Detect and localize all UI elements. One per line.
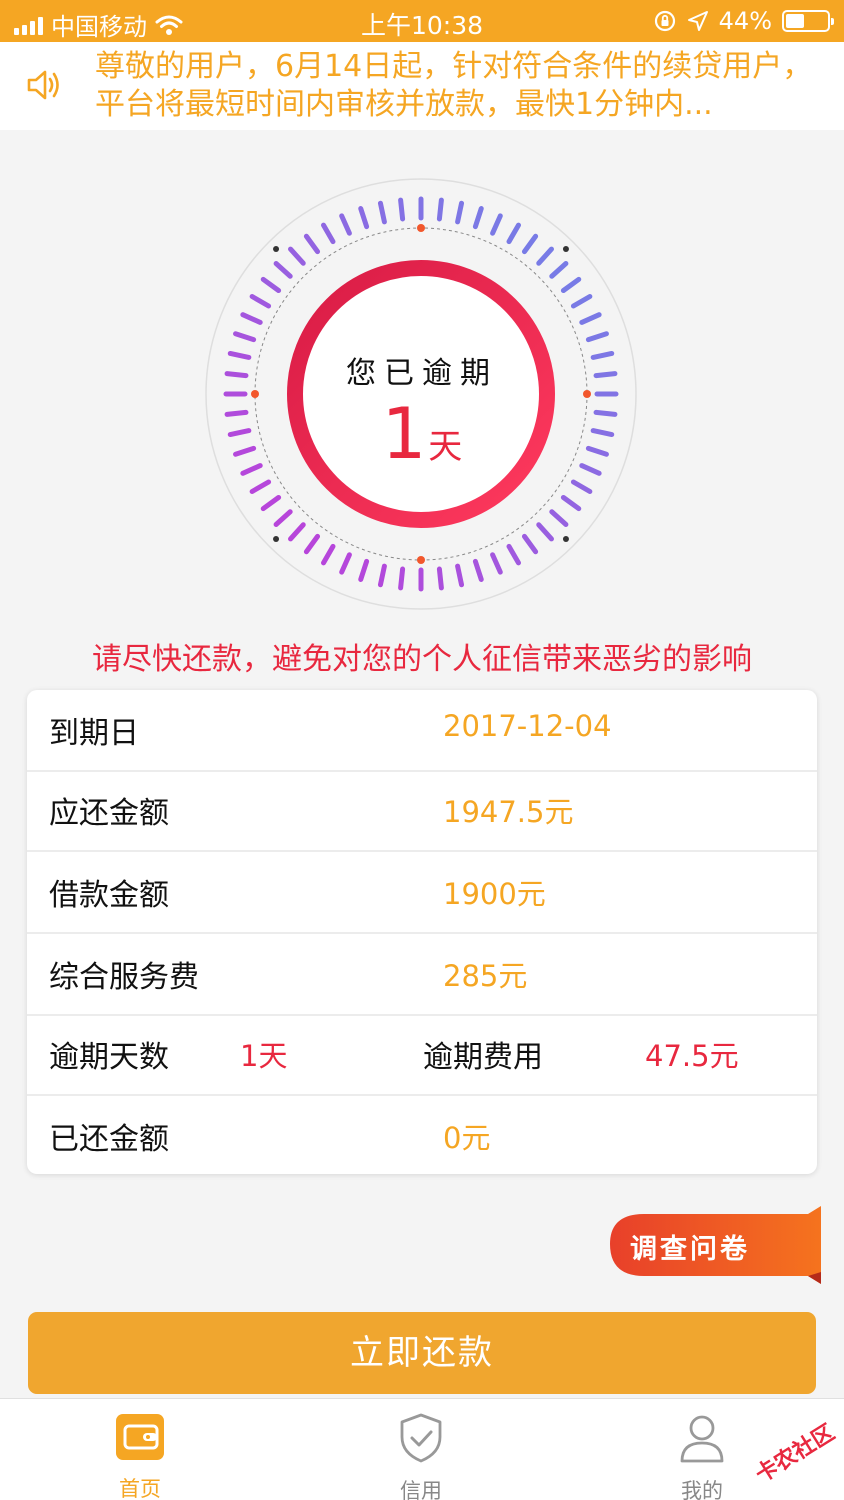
tab-credit-label: 信用 xyxy=(400,1479,442,1500)
battery-icon xyxy=(782,10,834,32)
amount-due-row: 应还金额 1947.5元 xyxy=(27,770,817,852)
dial-tick xyxy=(303,233,321,255)
service-fee-row: 综合服务费 285元 xyxy=(27,934,817,1016)
dial-tick xyxy=(560,276,582,294)
dial-tick xyxy=(549,509,569,527)
dial-tick xyxy=(521,233,539,255)
rotation-lock-icon xyxy=(654,10,675,32)
dial-tick xyxy=(339,552,352,575)
dial-tick xyxy=(260,276,282,294)
overdue-days-value: 1天 xyxy=(240,1039,288,1073)
dial-tick xyxy=(233,331,257,343)
overdue-days-unit: 天 xyxy=(428,427,463,467)
overdue-days-label: 逾期天数 xyxy=(49,1040,169,1075)
dial-tick xyxy=(288,246,306,266)
tab-home[interactable]: 首页 xyxy=(80,1413,200,1500)
repaid-amount-row: 已还金额 0元 xyxy=(27,1096,817,1174)
overdue-row: 逾期天数 1天 逾期费用 47.5元 xyxy=(27,1014,817,1096)
dial-tick xyxy=(455,563,465,588)
battery-fill xyxy=(786,14,804,28)
service-fee-value: 285元 xyxy=(443,959,528,993)
dial-tick xyxy=(249,479,272,494)
loan-details-card: 到期日 2017-12-04 应还金额 1947.5元 借款金额 1900元 综… xyxy=(27,690,817,1174)
loan-amount-row: 借款金额 1900元 xyxy=(27,852,817,934)
dial-tick xyxy=(240,312,263,325)
dial-tick xyxy=(436,566,444,591)
dial-tick xyxy=(455,200,465,225)
repaid-amount-label: 已还金额 xyxy=(49,1122,169,1157)
dial-tick xyxy=(570,479,593,494)
dial-tick xyxy=(585,331,609,343)
tab-home-label: 首页 xyxy=(119,1477,161,1500)
notice-banner[interactable]: 尊敬的用户，6月14日起，针对符合条件的续贷用户，平台将最短时间内审核并放款，最… xyxy=(0,42,844,130)
dial-tick xyxy=(521,533,539,555)
due-date-row: 到期日 2017-12-04 xyxy=(27,690,817,772)
user-icon xyxy=(680,1415,724,1463)
service-fee-label: 综合服务费 xyxy=(49,960,199,995)
dial-tick xyxy=(570,294,593,309)
status-right: 44% xyxy=(653,7,834,35)
survey-button[interactable]: 调查问卷 xyxy=(608,1206,821,1284)
overdue-fee-value: 47.5元 xyxy=(645,1039,739,1073)
dial-tick xyxy=(560,494,582,512)
amount-due-label: 应还金额 xyxy=(49,796,169,831)
repay-now-button[interactable]: 立即还款 xyxy=(28,1312,816,1394)
wallet-icon xyxy=(116,1414,164,1460)
dial-tick xyxy=(490,213,503,236)
dial-marker-dot xyxy=(417,224,425,232)
dial-tick xyxy=(249,294,272,309)
tab-bar: 首页 信用 我的 xyxy=(0,1398,844,1500)
dial-tick xyxy=(288,522,306,542)
watermark-text: 卡农社区 xyxy=(751,1420,840,1489)
speaker-icon xyxy=(27,70,59,100)
loan-amount-label: 借款金额 xyxy=(49,878,169,913)
repaid-amount-value: 0元 xyxy=(443,1121,491,1155)
status-bar: 中国移动 上午10:38 44% xyxy=(0,0,844,42)
tab-credit[interactable]: 信用 xyxy=(361,1413,481,1500)
dial-tick xyxy=(506,222,521,245)
dial-tick xyxy=(358,206,370,230)
dial-tick xyxy=(321,543,336,566)
dial-tick xyxy=(339,213,352,236)
dial-corner-dot xyxy=(273,535,280,542)
due-date-value: 2017-12-04 xyxy=(443,709,612,743)
due-date-label: 到期日 xyxy=(49,716,139,751)
dial-tick xyxy=(273,261,293,279)
dial-tick xyxy=(436,197,444,222)
watermark: 卡农社区 xyxy=(738,1414,842,1488)
dial-tick xyxy=(506,543,521,566)
dial-tick xyxy=(536,522,554,542)
amount-due-value: 1947.5元 xyxy=(443,795,574,829)
dial-tick xyxy=(398,566,406,591)
dial-tick xyxy=(490,552,503,575)
shield-check-icon xyxy=(400,1413,442,1463)
dial-tick xyxy=(536,246,554,266)
dial-tick xyxy=(579,312,602,325)
overdue-title: 您已逾期 xyxy=(346,356,498,391)
location-icon xyxy=(687,11,708,31)
battery-percent: 44% xyxy=(718,7,772,35)
overdue-days-number: 1 xyxy=(381,393,427,475)
dial-tick xyxy=(549,261,569,279)
warning-text: 请尽快还款，避免对您的个人征信带来恶劣的影响 xyxy=(92,642,752,677)
dial-tick xyxy=(398,197,406,222)
survey-label: 调查问卷 xyxy=(630,1234,750,1265)
dial-tick xyxy=(303,533,321,555)
dial-tick xyxy=(358,558,370,582)
dial-corner-dot xyxy=(562,246,569,253)
notice-text: 尊敬的用户，6月14日起，针对符合条件的续贷用户，平台将最短时间内审核并放款，最… xyxy=(95,49,813,122)
dial-corner-dot xyxy=(562,535,569,542)
dial-corner-dot xyxy=(273,246,280,253)
dial-tick xyxy=(472,558,484,582)
dial-tick xyxy=(260,494,282,512)
overdue-fee-label: 逾期费用 xyxy=(423,1040,543,1075)
dial-tick xyxy=(377,563,387,588)
dial-tick xyxy=(377,200,387,225)
dial-tick xyxy=(472,206,484,230)
loan-amount-value: 1900元 xyxy=(443,877,546,911)
dial-tick xyxy=(273,509,293,527)
dial-marker-dot xyxy=(417,556,425,564)
overdue-days: 1天 xyxy=(0,398,844,470)
dial-tick xyxy=(321,222,336,245)
